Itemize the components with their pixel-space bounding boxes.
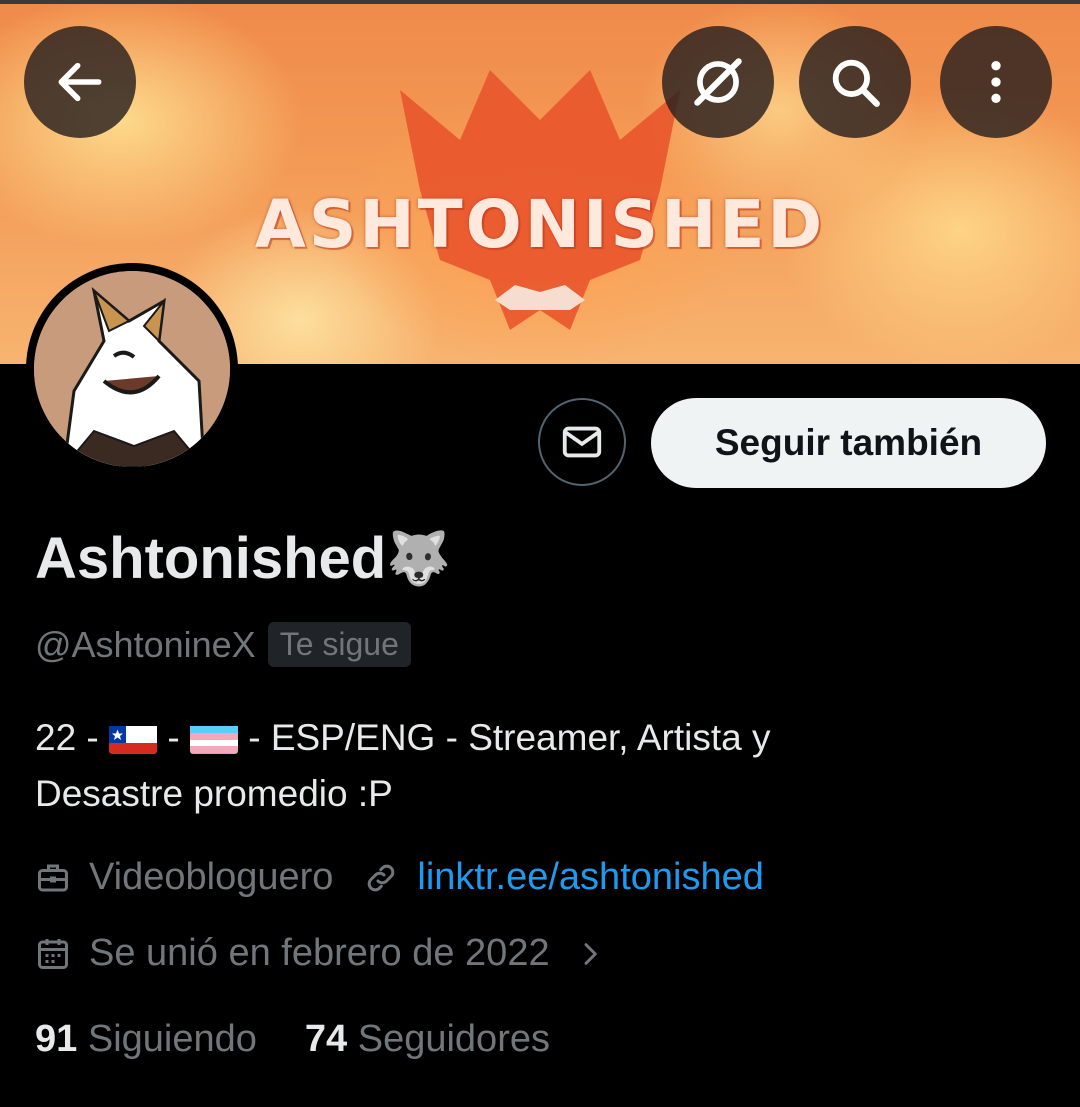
joined-date: Se unió en febrero de 2022 (89, 932, 550, 974)
arrow-left-icon (58, 62, 102, 102)
bio: 22 - - - ESP/ENG - Streamer, Artista y D… (35, 710, 1035, 822)
profile-meta-row: Videobloguero linktr.ee/ashtonished (35, 856, 764, 899)
handle: @AshtonineX (35, 623, 256, 665)
following-label: Siguiendo (87, 1018, 257, 1060)
grok-button[interactable] (662, 26, 774, 138)
banner-title: ASHTONISHED (254, 186, 826, 263)
followers-stat[interactable]: 74 Seguidores (305, 1018, 550, 1061)
message-button[interactable] (538, 398, 626, 486)
no-signal-icon (694, 58, 742, 106)
link-icon (368, 864, 395, 891)
follow-back-button[interactable]: Seguir también (651, 398, 1046, 488)
chile-flag-icon (109, 720, 158, 754)
joined-row[interactable]: Se unió en febrero de 2022 (35, 932, 606, 975)
display-name-text: Ashtonished (35, 526, 387, 591)
profession: Videobloguero (89, 856, 334, 898)
bio-sep2: - ESP/ENG - Streamer, Artista y (237, 717, 771, 758)
followers-label: Seguidores (357, 1018, 550, 1060)
wolf-emoji: 🐺 (386, 530, 451, 588)
profile-link[interactable]: linktr.ee/ashtonished (417, 856, 763, 899)
handle-row: @AshtonineX Te sigue (35, 622, 411, 667)
followers-count: 74 (304, 1018, 348, 1060)
following-count: 91 (35, 1018, 78, 1060)
envelope-icon (562, 426, 602, 458)
avatar-image (34, 271, 230, 467)
bio-line2: Desastre promedio :P (35, 773, 393, 814)
briefcase-icon (38, 864, 68, 891)
follow-stats: 91 Siguiendo 74 Seguidores (35, 1018, 550, 1061)
bio-sep1: - (157, 717, 190, 758)
more-vertical-icon (991, 61, 1001, 103)
following-stat[interactable]: 91 Siguiendo (35, 1018, 257, 1061)
chevron-right-icon (584, 942, 597, 965)
display-name: Ashtonished 🐺 (35, 525, 451, 592)
status-divider (0, 0, 1080, 4)
back-button[interactable] (24, 26, 136, 138)
follows-you-badge: Te sigue (267, 622, 411, 667)
calendar-icon (38, 938, 68, 969)
search-button[interactable] (799, 26, 911, 138)
transgender-flag-icon (189, 720, 238, 754)
avatar[interactable] (26, 263, 238, 475)
search-icon (832, 59, 880, 107)
bio-part1: 22 - (35, 717, 110, 758)
more-button[interactable] (940, 26, 1052, 138)
